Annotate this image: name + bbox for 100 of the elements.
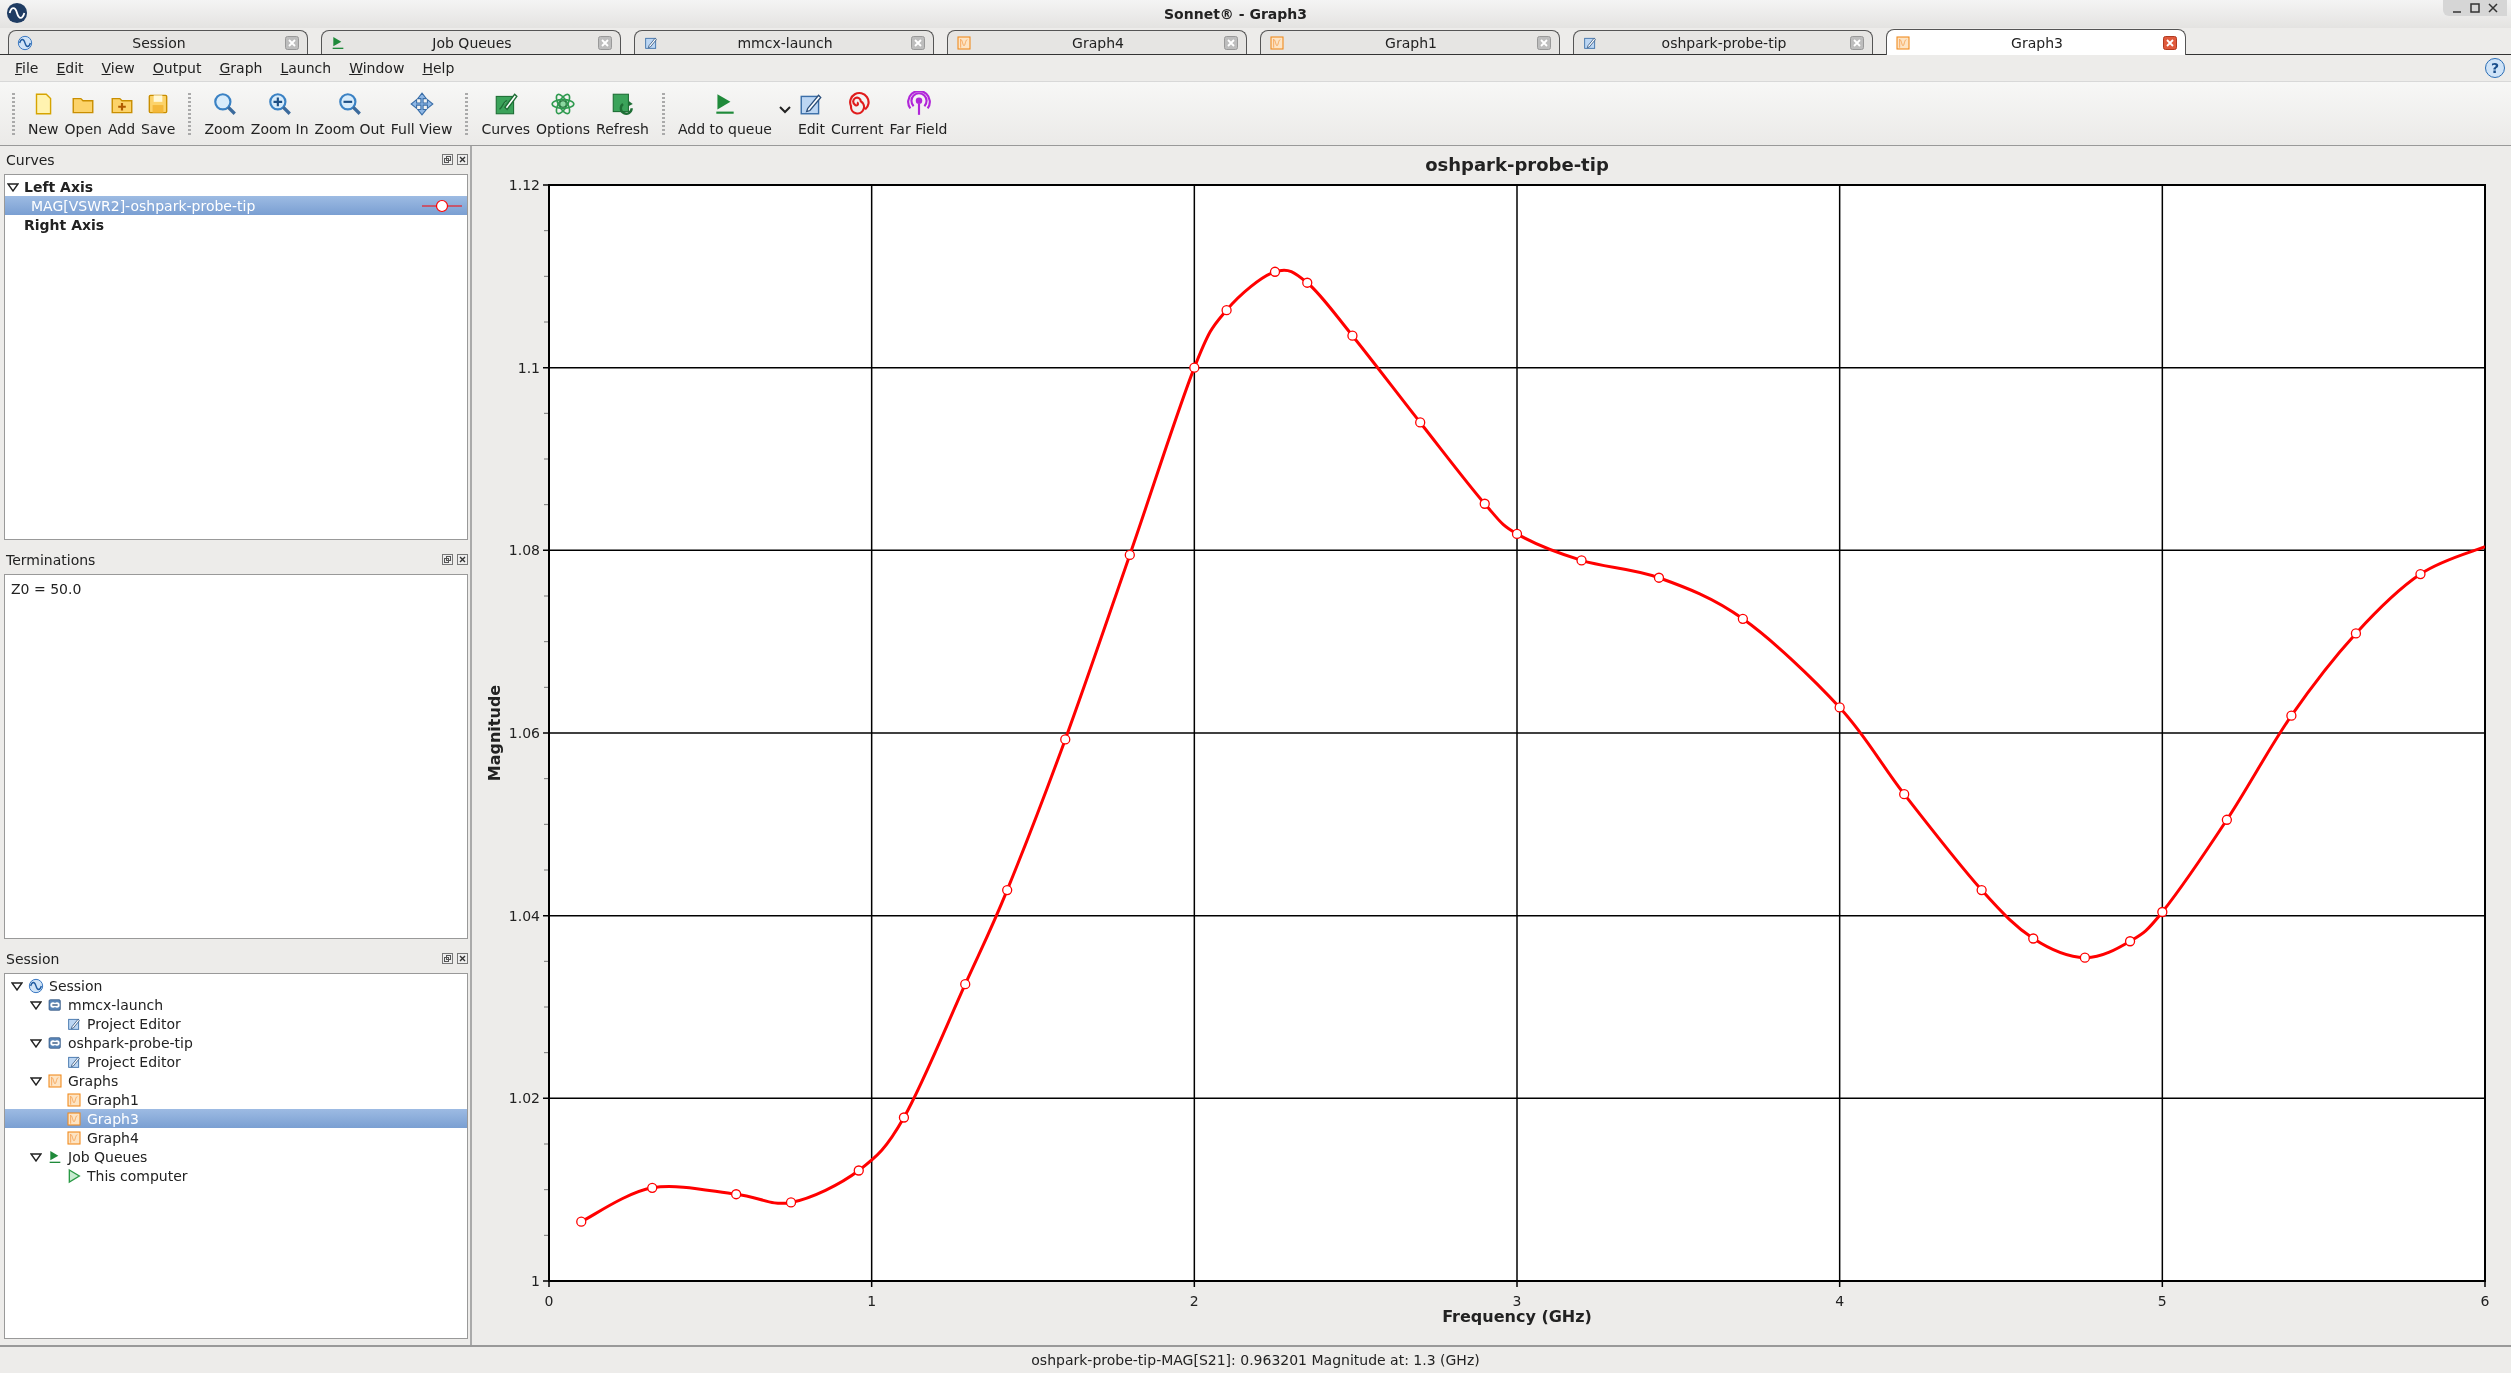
tab[interactable]: oshpark-probe-tip: [1573, 30, 1873, 54]
zoom-in-icon: [266, 90, 293, 117]
tab[interactable]: mmcx-launch: [634, 30, 934, 54]
tree-item[interactable]: Project Editor: [5, 1052, 467, 1072]
toolbar-button[interactable]: Zoom: [201, 86, 248, 141]
data-point: [1899, 789, 1910, 800]
close-icon[interactable]: [457, 553, 468, 565]
tree-item[interactable]: This computer: [5, 1166, 467, 1186]
expand-arrow-icon[interactable]: [30, 1152, 42, 1162]
tree-item[interactable]: Graph1: [5, 1090, 467, 1110]
tree-item[interactable]: Graph4: [5, 1128, 467, 1148]
antenna-icon: [905, 90, 932, 117]
expand-arrow-icon[interactable]: [30, 1000, 42, 1010]
tick-label: 0: [544, 1293, 554, 1309]
data-point: [2079, 952, 2091, 963]
menu-item[interactable]: Graph: [210, 60, 272, 76]
play-queue-icon: [47, 1148, 63, 1165]
graph-icon: [1895, 34, 1911, 51]
tree-item[interactable]: Project Editor: [5, 1014, 467, 1034]
tab[interactable]: Graph4: [947, 30, 1247, 54]
tick-label: 1.08: [508, 542, 540, 559]
tick-label: 3: [1512, 1293, 1522, 1309]
toolbar-button[interactable]: Add to queue: [674, 86, 775, 141]
axis-label: Left Axis: [24, 178, 94, 195]
axis-title: Magnitude: [485, 684, 504, 782]
tick-label: 1.02: [508, 1090, 540, 1107]
toolbar-button[interactable]: Current: [828, 86, 887, 141]
data-point: [1576, 555, 1587, 566]
play-icon: [66, 1167, 82, 1184]
toolbar-button[interactable]: Add: [104, 86, 139, 141]
toolbar-button[interactable]: Full View: [387, 86, 456, 141]
toolbar-button[interactable]: Far Field: [886, 86, 951, 141]
data-point: [1189, 362, 1200, 373]
menu-item[interactable]: View: [92, 60, 144, 76]
close-icon[interactable]: [2163, 35, 2177, 50]
data-point: [2157, 906, 2168, 918]
tree-item[interactable]: Job Queues: [5, 1147, 467, 1167]
toolbar-button[interactable]: Curves: [478, 86, 534, 141]
data-point: [1976, 884, 1987, 896]
toolbar-button[interactable]: Options: [533, 86, 594, 141]
sine-wave-icon: [17, 34, 33, 51]
toolbar-button[interactable]: New: [25, 86, 62, 141]
close-icon[interactable]: [2487, 2, 2499, 14]
data-point: [1653, 572, 1665, 583]
data-point: [2350, 628, 2362, 639]
data-point: [2415, 568, 2426, 580]
tree-item[interactable]: Session: [5, 976, 467, 996]
data-point: [898, 1112, 910, 1123]
menu-item[interactable]: Output: [143, 60, 211, 76]
menu-item[interactable]: Help: [413, 60, 464, 76]
tree-item[interactable]: mmcx-launch: [5, 995, 467, 1015]
tree-item[interactable]: oshpark-probe-tip: [5, 1033, 467, 1053]
menu-item[interactable]: Edit: [47, 60, 93, 76]
data-point: [1002, 884, 1013, 896]
tab[interactable]: Session: [8, 30, 308, 54]
tab[interactable]: Graph3: [1886, 29, 2186, 55]
sine-wave-icon: [28, 977, 44, 994]
float-icon[interactable]: [441, 553, 453, 565]
panel-title: Curves: [6, 152, 56, 168]
tab[interactable]: Job Queues: [321, 30, 621, 54]
caret-icon[interactable]: [778, 105, 791, 114]
toolbar-button[interactable]: Zoom In: [247, 86, 312, 141]
toolbar-button[interactable]: Refresh: [593, 86, 652, 141]
expand-arrow-icon[interactable]: [7, 182, 19, 192]
maximize-icon[interactable]: [2469, 2, 2481, 14]
data-point: [1302, 277, 1313, 288]
tree-item[interactable]: Graphs: [5, 1071, 467, 1091]
toolbar-button[interactable]: Open: [61, 86, 105, 141]
toolbar-button[interactable]: Save: [138, 86, 179, 141]
tick-label: 1: [867, 1293, 877, 1309]
tick-label: 1.1: [517, 359, 540, 376]
expand-arrow-icon[interactable]: [11, 981, 23, 991]
tick-label: 6: [2480, 1293, 2490, 1309]
menu-item[interactable]: File: [6, 60, 48, 76]
project-icon: [47, 1034, 63, 1051]
menu-item[interactable]: Launch: [271, 60, 341, 76]
expand-arrow-icon[interactable]: [30, 1038, 42, 1048]
float-icon[interactable]: [441, 154, 453, 165]
float-icon[interactable]: [441, 953, 453, 965]
data-point: [1060, 734, 1071, 745]
data-point: [1124, 549, 1135, 561]
tick-label: 1.04: [508, 907, 540, 924]
menu-item[interactable]: Window: [340, 60, 414, 76]
project-icon: [47, 996, 63, 1013]
data-point: [1737, 613, 1748, 624]
expand-arrow-icon[interactable]: [30, 1076, 42, 1086]
data-point: [1479, 498, 1490, 509]
data-point: [1415, 417, 1426, 428]
toolbar-button[interactable]: Edit: [794, 86, 828, 141]
help-button[interactable]: ?: [2485, 58, 2505, 78]
graph-icon: [956, 34, 972, 51]
curve-legend-icon: [421, 198, 463, 213]
play-queue-icon: [330, 34, 346, 51]
tab[interactable]: Graph1: [1260, 30, 1560, 54]
toolbar-button[interactable]: Zoom Out: [311, 86, 388, 141]
close-icon[interactable]: [457, 154, 468, 165]
graph-icon: [47, 1072, 63, 1089]
close-icon[interactable]: [457, 953, 468, 965]
tick-label: 1.12: [508, 177, 540, 193]
zoom-out-icon: [336, 90, 363, 117]
